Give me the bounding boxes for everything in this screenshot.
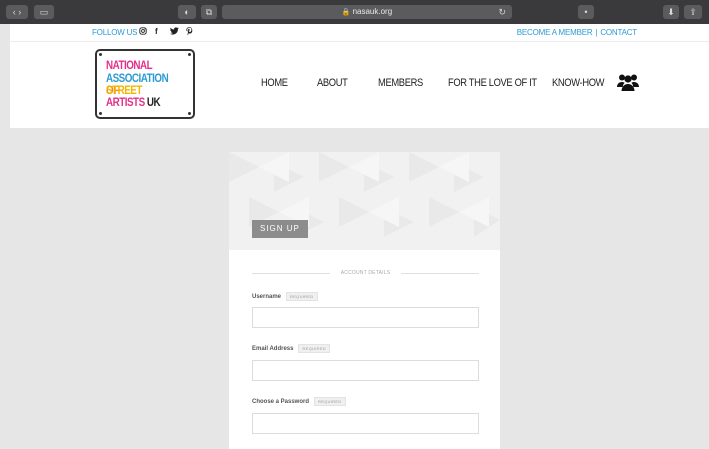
logo-rivet	[99, 112, 102, 115]
pinterest-icon[interactable]	[186, 27, 193, 37]
reload-icon[interactable]: ↻	[498, 5, 506, 19]
nav-about[interactable]: ABOUT	[317, 77, 348, 89]
username-label-text: Username	[252, 294, 282, 301]
logo-rivet	[188, 112, 191, 115]
signup-banner: SIGN UP	[229, 152, 500, 250]
logo-line-1: NATIONAL	[106, 58, 153, 72]
lock-icon: 🔒	[341, 9, 351, 16]
users-icon[interactable]	[617, 73, 639, 91]
privacy-icon[interactable]: ◐	[178, 5, 196, 19]
required-badge: REQUIRED	[298, 344, 330, 353]
download-icon[interactable]: ⬇	[663, 5, 679, 19]
site-logo[interactable]: NATIONAL ASSOCIATION OF STREET ARTISTS U…	[95, 49, 195, 119]
username-label: Username REQUIRED	[252, 292, 318, 301]
link-separator: |	[595, 28, 598, 37]
nav-home[interactable]: HOME	[261, 77, 288, 89]
browser-toolbar: ‹ › ▭ ◐ ⧉ 🔒 nasauk.org ↻ • ⬇ ⇪	[0, 0, 709, 24]
logo-rivet	[188, 53, 191, 56]
divider-right	[401, 273, 479, 274]
password-label: Choose a Password REQUIRED	[252, 397, 346, 406]
password-input[interactable]	[252, 413, 479, 434]
email-label-text: Email Address	[252, 346, 294, 353]
logo-rivet	[99, 53, 102, 56]
nav-members[interactable]: MEMBERS	[378, 77, 423, 89]
share-icon[interactable]: ⇪	[684, 5, 702, 19]
top-links: BECOME A MEMBER | CONTACT	[517, 28, 637, 37]
contact-link[interactable]: CONTACT	[600, 28, 637, 37]
nav-know-how[interactable]: KNOW-HOW	[552, 77, 605, 89]
password-label-text: Choose a Password	[252, 399, 310, 406]
url-text: nasauk.org	[352, 7, 393, 16]
required-badge: REQUIRED	[286, 292, 318, 301]
signup-button[interactable]: SIGN UP	[252, 220, 308, 238]
facebook-icon[interactable]: f	[155, 27, 158, 36]
account-details-heading: ACCOUNT DETAILS	[252, 268, 479, 278]
follow-us-label: FOLLOW US	[92, 28, 138, 37]
twitter-icon[interactable]	[170, 27, 179, 37]
username-input[interactable]	[252, 307, 479, 328]
tabs-icon[interactable]: ⧉	[201, 5, 217, 19]
extension-icon[interactable]: •	[578, 5, 594, 19]
address-bar[interactable]: 🔒 nasauk.org ↻	[222, 5, 512, 19]
logo-artists: ARTISTS	[106, 95, 147, 109]
nav-for-the-love-of-it[interactable]: FOR THE LOVE OF IT	[448, 77, 537, 89]
signup-card: SIGN UP ACCOUNT DETAILS Username REQUIRED…	[229, 152, 500, 449]
site-header: FOLLOW US f BECOME A MEMBER | CONTACT NATI…	[10, 24, 709, 128]
logo-uk: UK	[146, 95, 161, 109]
logo-line-4: ARTISTS UK	[106, 95, 161, 109]
top-strip: FOLLOW US f BECOME A MEMBER | CONTACT	[10, 24, 709, 42]
back-forward-buttons[interactable]: ‹ ›	[6, 5, 28, 19]
sidebar-icon[interactable]: ▭	[34, 5, 54, 19]
become-member-link[interactable]: BECOME A MEMBER	[517, 28, 593, 37]
email-label: Email Address REQUIRED	[252, 344, 330, 353]
instagram-icon[interactable]	[139, 27, 147, 37]
required-badge: REQUIRED	[314, 397, 346, 406]
email-input[interactable]	[252, 360, 479, 381]
